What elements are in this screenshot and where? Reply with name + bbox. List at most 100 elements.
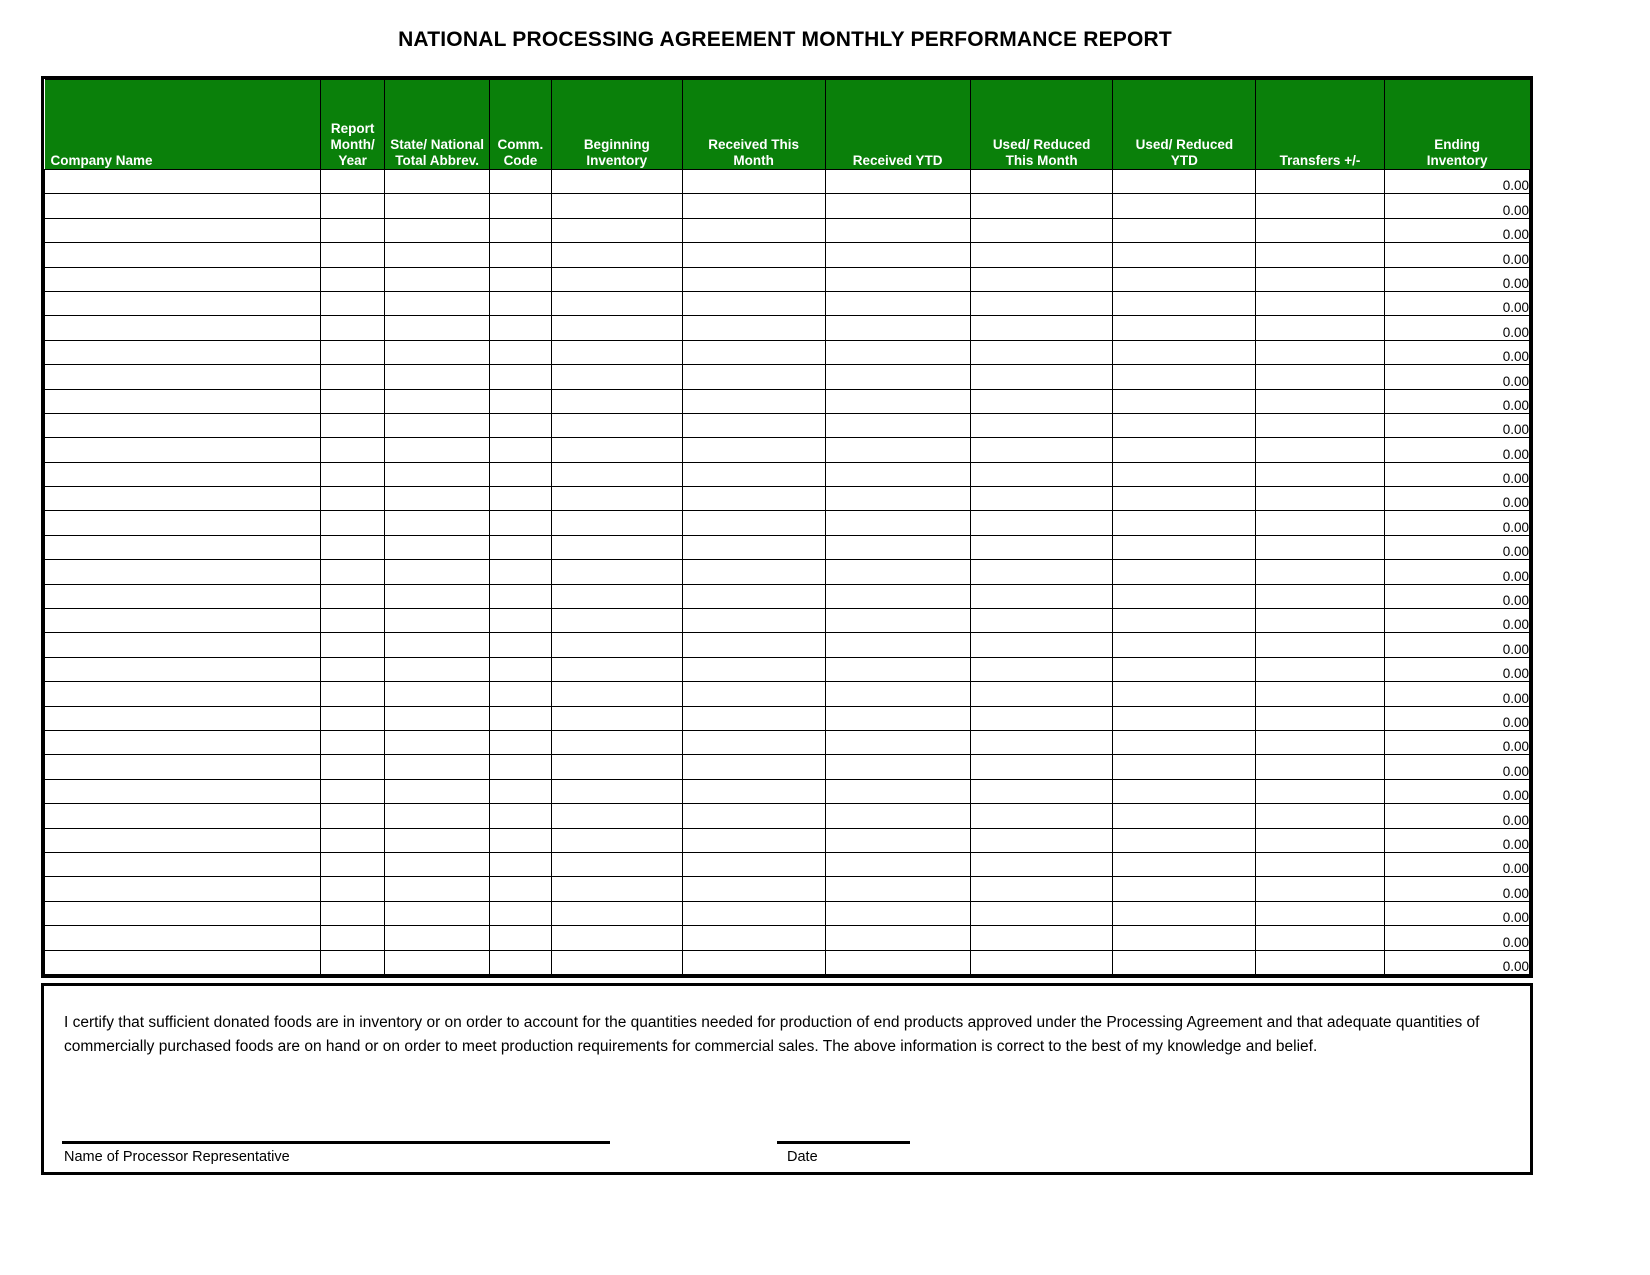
cell-state_national[interactable] [384,193,490,219]
cell-beginning_inv[interactable] [550,656,683,683]
cell-report_month_year[interactable] [320,217,386,244]
cell-used_ytd[interactable] [1112,388,1257,414]
cell-transfers[interactable] [1255,827,1385,853]
cell-report_month_year[interactable] [320,364,386,390]
cell-used_ytd[interactable] [1112,315,1257,341]
cell-transfers[interactable] [1255,534,1385,561]
cell-comm_code[interactable] [489,705,552,731]
cell-transfers[interactable] [1255,900,1385,927]
cell-used_month[interactable] [969,656,1114,683]
cell-received_month[interactable] [681,364,826,390]
cell-used_month[interactable] [969,534,1114,561]
cell-state_national[interactable] [384,803,490,829]
cell-state_national[interactable] [384,266,490,292]
cell-state_national[interactable] [384,851,490,878]
cell-state_national[interactable] [384,364,490,390]
cell-report_month_year[interactable] [320,193,386,219]
cell-received_ytd[interactable] [824,193,971,219]
cell-received_ytd[interactable] [824,803,971,829]
signature-line-name[interactable] [62,1141,610,1144]
cell-received_ytd[interactable] [824,681,971,707]
cell-used_ytd[interactable] [1112,339,1257,366]
cell-state_national[interactable] [384,900,490,927]
cell-company_name[interactable] [43,242,322,268]
cell-state_national[interactable] [384,925,490,951]
cell-used_ytd[interactable] [1112,510,1257,536]
cell-beginning_inv[interactable] [550,900,683,927]
cell-report_month_year[interactable] [320,876,386,902]
cell-comm_code[interactable] [489,827,552,853]
cell-used_ytd[interactable] [1112,925,1257,951]
cell-beginning_inv[interactable] [550,803,683,829]
cell-transfers[interactable] [1255,315,1385,341]
cell-comm_code[interactable] [489,242,552,268]
cell-transfers[interactable] [1255,632,1385,658]
cell-received_month[interactable] [681,608,826,634]
cell-used_month[interactable] [969,364,1114,390]
cell-received_month[interactable] [681,266,826,292]
cell-transfers[interactable] [1255,925,1385,951]
cell-report_month_year[interactable] [320,486,386,512]
cell-transfers[interactable] [1255,876,1385,902]
cell-used_month[interactable] [969,608,1114,634]
cell-state_national[interactable] [384,388,490,414]
cell-received_month[interactable] [681,339,826,366]
signature-line-date[interactable] [777,1141,910,1144]
cell-company_name[interactable] [43,608,322,634]
cell-company_name[interactable] [43,754,322,780]
cell-state_national[interactable] [384,754,490,780]
cell-used_ytd[interactable] [1112,778,1257,805]
cell-used_ytd[interactable] [1112,461,1257,488]
cell-used_month[interactable] [969,876,1114,902]
cell-beginning_inv[interactable] [550,705,683,731]
cell-transfers[interactable] [1255,290,1385,317]
cell-comm_code[interactable] [489,486,552,512]
cell-state_national[interactable] [384,217,490,244]
cell-received_ytd[interactable] [824,729,971,756]
cell-company_name[interactable] [43,388,322,414]
cell-comm_code[interactable] [489,339,552,366]
cell-beginning_inv[interactable] [550,583,683,610]
cell-comm_code[interactable] [489,681,552,707]
cell-received_ytd[interactable] [824,486,971,512]
cell-transfers[interactable] [1255,681,1385,707]
cell-used_month[interactable] [969,949,1114,975]
cell-report_month_year[interactable] [320,925,386,951]
cell-company_name[interactable] [43,339,322,366]
cell-received_ytd[interactable] [824,534,971,561]
cell-company_name[interactable] [43,827,322,853]
cell-state_national[interactable] [384,168,490,195]
cell-beginning_inv[interactable] [550,388,683,414]
cell-company_name[interactable] [43,656,322,683]
cell-received_month[interactable] [681,900,826,927]
cell-received_ytd[interactable] [824,412,971,439]
cell-received_month[interactable] [681,803,826,829]
cell-used_ytd[interactable] [1112,656,1257,683]
cell-comm_code[interactable] [489,803,552,829]
cell-received_ytd[interactable] [824,608,971,634]
cell-report_month_year[interactable] [320,632,386,658]
cell-received_ytd[interactable] [824,656,971,683]
cell-received_ytd[interactable] [824,437,971,463]
cell-company_name[interactable] [43,290,322,317]
cell-received_month[interactable] [681,412,826,439]
cell-used_ytd[interactable] [1112,559,1257,585]
cell-comm_code[interactable] [489,510,552,536]
cell-beginning_inv[interactable] [550,608,683,634]
cell-transfers[interactable] [1255,803,1385,829]
cell-used_month[interactable] [969,217,1114,244]
cell-report_month_year[interactable] [320,559,386,585]
cell-company_name[interactable] [43,876,322,902]
cell-state_national[interactable] [384,827,490,853]
cell-beginning_inv[interactable] [550,632,683,658]
cell-used_ytd[interactable] [1112,193,1257,219]
cell-transfers[interactable] [1255,193,1385,219]
cell-state_national[interactable] [384,608,490,634]
cell-used_month[interactable] [969,193,1114,219]
cell-used_ytd[interactable] [1112,876,1257,902]
cell-report_month_year[interactable] [320,656,386,683]
cell-used_month[interactable] [969,705,1114,731]
cell-received_month[interactable] [681,486,826,512]
cell-state_national[interactable] [384,583,490,610]
cell-received_month[interactable] [681,242,826,268]
